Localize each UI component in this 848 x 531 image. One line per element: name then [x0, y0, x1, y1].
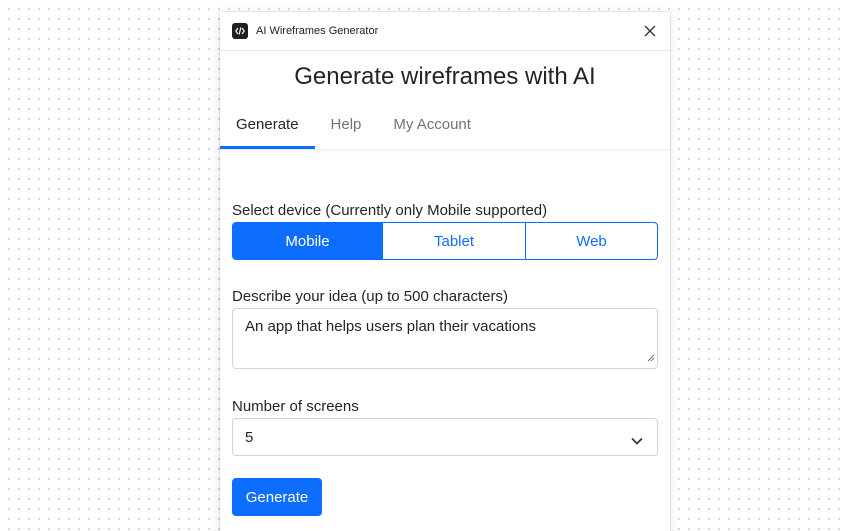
chevron-down-icon: [631, 432, 643, 449]
tab-bar: Generate Help My Account: [220, 103, 670, 150]
screens-value: 5: [245, 428, 254, 446]
device-mobile-button[interactable]: Mobile: [233, 223, 383, 259]
close-icon[interactable]: [642, 23, 658, 39]
tab-generate[interactable]: Generate: [220, 103, 315, 149]
generate-button[interactable]: Generate: [232, 478, 322, 516]
idea-text: An app that helps users plan their vacat…: [245, 318, 537, 335]
tab-help[interactable]: Help: [315, 103, 378, 149]
window-title: AI Wireframes Generator: [256, 25, 379, 37]
generate-form: Select device (Currently only Mobile sup…: [220, 202, 670, 516]
title-bar: AI Wireframes Generator: [220, 12, 670, 51]
screens-label: Number of screens: [232, 398, 359, 415]
screens-select[interactable]: 5: [232, 418, 658, 456]
code-icon: [232, 23, 248, 39]
device-web-button[interactable]: Web: [526, 223, 657, 259]
idea-label: Describe your idea (up to 500 characters…: [232, 288, 508, 305]
tab-my-account[interactable]: My Account: [377, 103, 487, 149]
device-label: Select device (Currently only Mobile sup…: [232, 202, 548, 219]
device-tablet-button[interactable]: Tablet: [383, 223, 526, 259]
wireframes-panel: AI Wireframes Generator Generate wirefra…: [220, 12, 670, 531]
device-selector: Mobile Tablet Web: [232, 222, 658, 260]
idea-textarea[interactable]: An app that helps users plan their vacat…: [232, 308, 658, 369]
page-title: Generate wireframes with AI: [294, 63, 596, 90]
resize-grip-icon[interactable]: [647, 349, 655, 366]
